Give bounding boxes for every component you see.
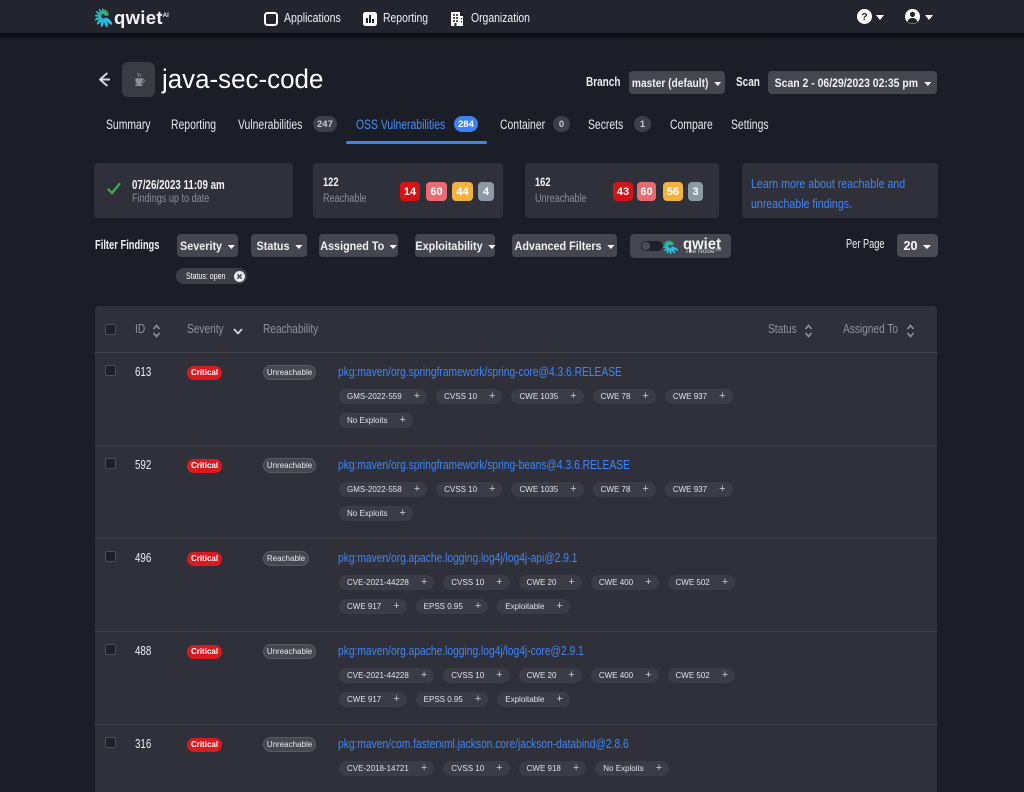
svg-text:?: ? (861, 11, 867, 23)
